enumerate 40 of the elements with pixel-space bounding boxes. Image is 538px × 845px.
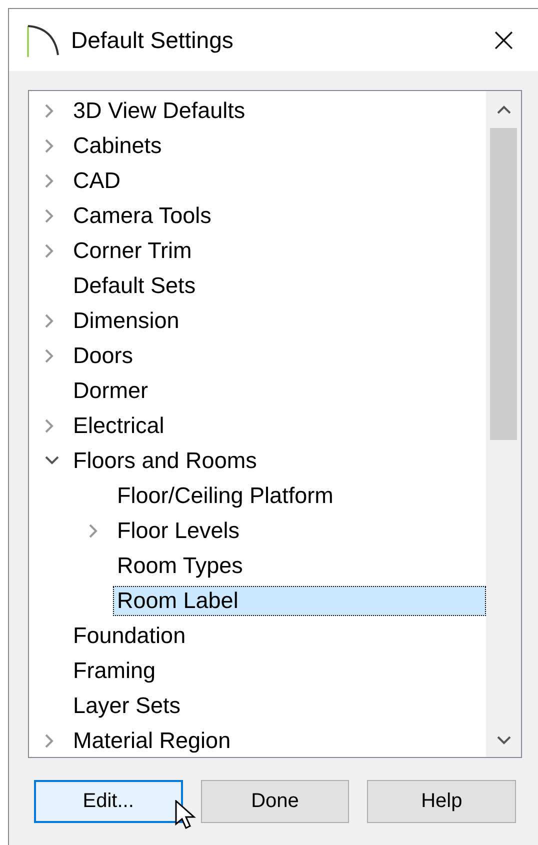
tree-item[interactable]: Camera Tools (69, 200, 216, 230)
chevron-right-icon[interactable] (45, 418, 54, 432)
scrollbar[interactable] (486, 91, 521, 757)
tree-item[interactable]: Corner Trim (69, 236, 196, 266)
chevron-right-icon[interactable] (45, 138, 54, 152)
tree-item[interactable]: Dormer (69, 376, 152, 406)
window-title: Default Settings (71, 26, 234, 54)
chevron-down-icon[interactable] (45, 456, 59, 465)
tree-item[interactable]: Floor/Ceiling Platform (113, 480, 338, 510)
tree-item[interactable]: Floor Levels (113, 516, 244, 546)
chevron-right-icon[interactable] (45, 244, 54, 258)
dialog-button[interactable]: Done (200, 780, 350, 823)
close-button[interactable]: × (484, 23, 524, 57)
tree-item[interactable]: Cabinets (69, 130, 166, 160)
chevron-right-icon[interactable] (45, 734, 54, 748)
chevron-right-icon[interactable] (45, 314, 54, 328)
mouse-pointer-icon (175, 800, 197, 830)
scroll-up-icon[interactable] (496, 105, 510, 114)
tree-item[interactable]: CAD (69, 166, 125, 196)
arc-logo-icon (27, 24, 59, 56)
scroll-thumb[interactable] (490, 128, 517, 440)
tree-item[interactable]: Doors (69, 340, 138, 370)
tree-item[interactable]: Floors and Rooms (69, 446, 261, 476)
tree-item[interactable]: Dimension (69, 306, 184, 336)
chevron-right-icon[interactable] (45, 174, 54, 188)
dialog-button[interactable]: Help (367, 780, 516, 823)
tree-item[interactable]: Room Label (113, 586, 486, 616)
tree-item[interactable]: Room Types (113, 550, 247, 580)
tree-item[interactable]: Foundation (69, 620, 190, 650)
chevron-right-icon[interactable] (89, 524, 98, 538)
tree-item[interactable]: Framing (69, 656, 160, 686)
tree-item[interactable]: Electrical (69, 410, 168, 440)
tree-item[interactable]: 3D View Defaults (69, 96, 250, 126)
tree-item[interactable]: Material Region (69, 726, 235, 756)
chevron-right-icon[interactable] (45, 104, 54, 118)
tree-item[interactable]: Default Sets (69, 270, 200, 300)
scroll-down-icon[interactable] (496, 736, 510, 745)
chevron-right-icon[interactable] (45, 208, 54, 222)
chevron-right-icon[interactable] (45, 348, 54, 362)
tree-item[interactable]: Layer Sets (69, 690, 185, 720)
